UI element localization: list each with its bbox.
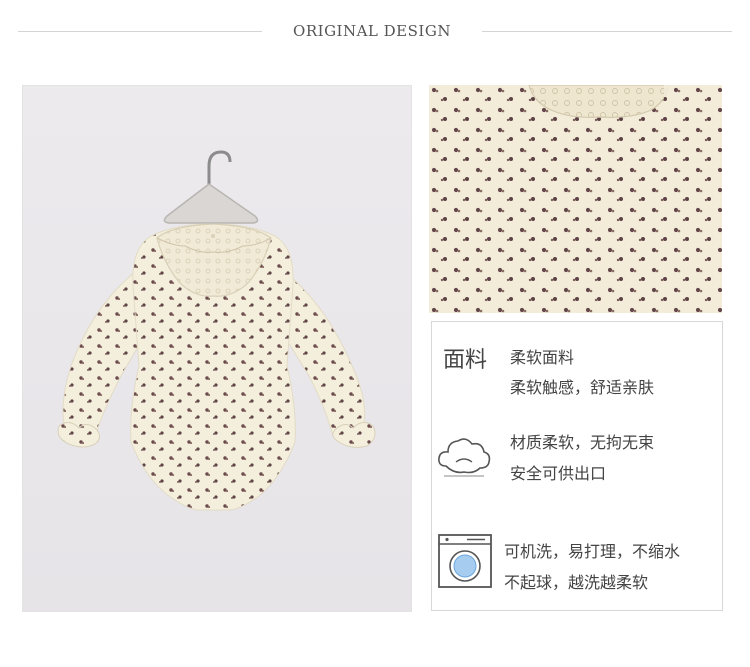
feature-3-line-1: 可机洗，易打理，不缩水 (504, 542, 681, 561)
feature-3-line-2: 不起球，越洗越柔软 (504, 573, 649, 592)
cloud-icon (436, 432, 492, 486)
fabric-detail-illustration (429, 85, 722, 313)
feature-1-line-2: 柔软触感，舒适亲肤 (510, 378, 655, 397)
header-rule-left (18, 31, 262, 32)
bodysuit-illustration (57, 150, 376, 511)
washing-machine-icon (437, 533, 493, 593)
fabric-label: 面料 (443, 348, 488, 373)
fabric-detail-photo (429, 85, 722, 313)
feature-2-line-2: 安全可供出口 (510, 464, 607, 483)
section-title: ORIGINAL DESIGN (293, 22, 451, 40)
feature-2-line-1: 材质柔软，无拘无束 (510, 433, 655, 452)
feature-panel: 面料 柔软面料 柔软触感，舒适亲肤 材质柔软，无拘无束 安全可供出口 可机洗，易… (431, 321, 723, 611)
section-header: ORIGINAL DESIGN (0, 0, 750, 62)
product-photo (22, 85, 412, 612)
feature-1-line-1: 柔软面料 (510, 348, 575, 367)
header-rule-right (482, 31, 732, 32)
